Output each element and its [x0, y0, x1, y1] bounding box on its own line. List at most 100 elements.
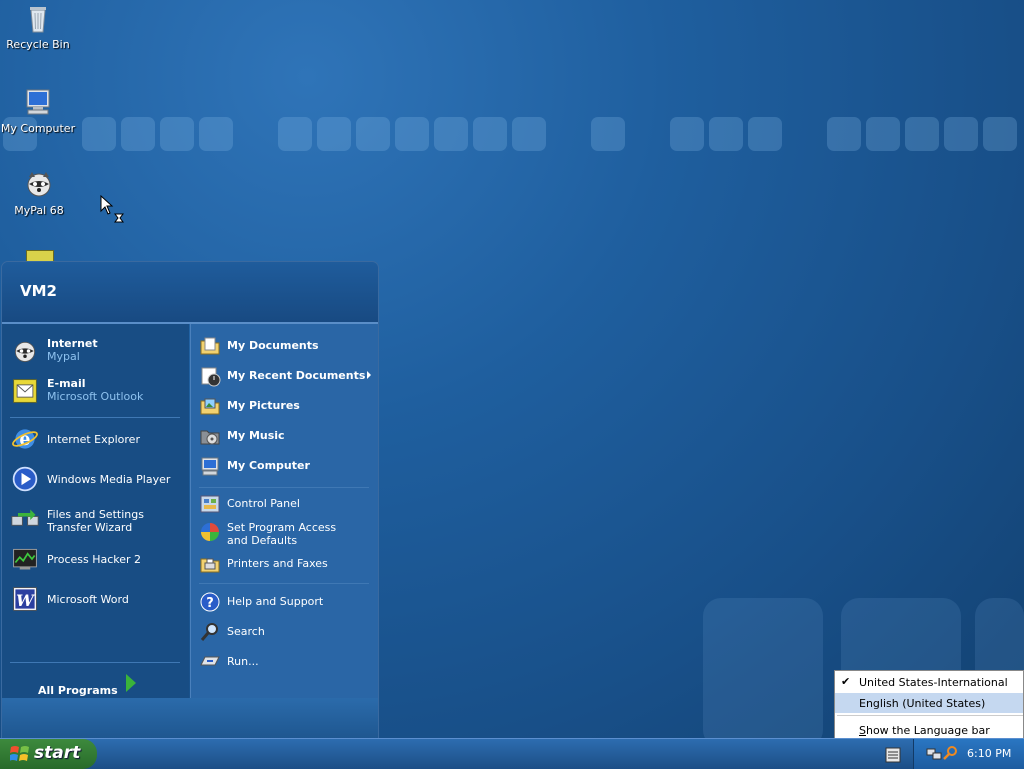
- mypal-raccoon-icon: [27, 172, 51, 197]
- start-item-title: E-mail: [47, 377, 86, 390]
- place-label: My Pictures: [227, 399, 300, 412]
- music-folder-icon: [200, 430, 220, 445]
- separator: [837, 715, 1023, 716]
- desktop-icon-label: My Computer: [0, 122, 76, 135]
- language-item-us-international[interactable]: ✔ United States-International: [835, 672, 1023, 692]
- start-item-media-player[interactable]: Windows Media Player: [11, 465, 181, 495]
- transfer-wizard-icon: [11, 509, 39, 526]
- start-menu: VM2 Internet Mypal E-mail Microsoft Outl…: [1, 261, 379, 739]
- start-menu-header: VM2: [2, 262, 378, 324]
- pictures-folder-icon: [200, 398, 220, 415]
- place-label: Control Panel: [227, 497, 300, 510]
- submenu-arrow-icon: [367, 371, 371, 379]
- mypal-raccoon-icon: [14, 341, 36, 362]
- language-label: English (United States): [859, 697, 986, 710]
- place-label: Printers and Faxes: [227, 557, 328, 570]
- computer-icon: [201, 457, 219, 476]
- recycle-bin-icon: [30, 7, 46, 33]
- desktop-icon-label: Recycle Bin: [6, 38, 70, 51]
- desktop-icon-my-computer[interactable]: My Computer: [0, 86, 76, 135]
- run-icon: [200, 656, 220, 666]
- language-item-english-us[interactable]: English (United States): [835, 693, 1023, 713]
- separator: [10, 417, 180, 418]
- desktop-icon-recycle-bin[interactable]: Recycle Bin: [0, 2, 76, 51]
- start-menu-footer: [2, 698, 378, 738]
- start-menu-programs-pane: Internet Mypal E-mail Microsoft Outlook: [2, 324, 189, 698]
- keyboard-icon: [885, 747, 901, 763]
- all-programs-arrow-icon: [126, 674, 136, 692]
- search-icon: [200, 623, 218, 641]
- start-place-control-panel[interactable]: Control Panel: [199, 493, 371, 517]
- windows-logo-icon: [10, 746, 29, 761]
- start-item-title: Microsoft Word: [47, 593, 129, 606]
- all-programs-label: All Programs: [38, 684, 118, 697]
- svg-text:W: W: [16, 591, 35, 610]
- start-item-subtitle: Mypal: [47, 350, 80, 363]
- outlook-icon: [13, 379, 37, 403]
- desktop-icon-label: MyPal 68: [14, 204, 64, 217]
- control-panel-icon: [200, 495, 220, 513]
- network-icon[interactable]: [926, 746, 942, 762]
- place-label: My Computer: [227, 459, 310, 472]
- computer-icon: [26, 89, 50, 115]
- recent-documents-icon: [201, 367, 221, 387]
- place-label: My Recent Documents: [227, 369, 366, 382]
- start-place-search[interactable]: Search: [199, 621, 371, 645]
- media-player-icon: [12, 466, 38, 492]
- printer-icon: [200, 558, 220, 573]
- taskbar: start: [0, 738, 1024, 769]
- word-icon: W: [13, 587, 37, 611]
- desktop-icon-mypal[interactable]: MyPal 68: [1, 168, 77, 217]
- start-item-title: Internet Explorer: [47, 433, 140, 446]
- start-button[interactable]: start: [0, 739, 97, 769]
- folder-icon: [200, 337, 220, 355]
- all-programs-button[interactable]: All Programs: [38, 684, 118, 697]
- place-label: Run...: [227, 655, 259, 668]
- desktop-wallpaper-shape: [703, 598, 823, 748]
- start-item-internet[interactable]: Internet Mypal: [11, 337, 181, 367]
- language-label: United States-International: [859, 676, 1008, 689]
- desktop-wallpaper-pattern: [0, 117, 1024, 155]
- help-icon: ?: [200, 592, 220, 612]
- start-menu-body: Internet Mypal E-mail Microsoft Outlook: [2, 324, 378, 698]
- separator: [199, 487, 369, 488]
- checkmark-icon: ✔: [841, 675, 851, 688]
- place-label: My Documents: [227, 339, 319, 352]
- start-place-my-documents[interactable]: My Documents: [199, 335, 371, 359]
- separator: [10, 662, 180, 663]
- start-label: start: [34, 743, 81, 763]
- start-item-transfer-wizard[interactable]: Files and Settings Transfer Wizard: [11, 506, 181, 536]
- start-menu-places-pane: My Documents My Recent Documents My Pict…: [190, 324, 378, 698]
- place-label: My Music: [227, 429, 285, 442]
- start-item-title: Files and Settings Transfer Wizard: [47, 508, 144, 534]
- program-defaults-icon: [201, 523, 219, 541]
- language-label: Show the Language bar: [859, 724, 990, 737]
- svg-text:?: ?: [206, 596, 214, 611]
- start-item-internet-explorer[interactable]: e Internet Explorer: [11, 425, 181, 455]
- separator: [199, 583, 369, 584]
- start-item-title: Windows Media Player: [47, 473, 171, 486]
- search-tray-icon[interactable]: [942, 745, 958, 761]
- start-place-help-support[interactable]: ? Help and Support: [199, 591, 371, 615]
- start-item-title: Internet: [47, 337, 98, 350]
- user-name: VM2: [20, 282, 57, 300]
- start-item-microsoft-word[interactable]: W Microsoft Word: [11, 585, 181, 615]
- start-place-run[interactable]: Run...: [199, 651, 371, 675]
- taskbar-clock[interactable]: 6:10 PM: [967, 747, 1011, 760]
- start-place-my-recent-documents[interactable]: My Recent Documents: [199, 365, 371, 389]
- start-item-email[interactable]: E-mail Microsoft Outlook: [11, 377, 181, 407]
- language-item-show-language-bar[interactable]: Show the Language bar: [835, 720, 1023, 740]
- start-item-subtitle: Microsoft Outlook: [47, 390, 144, 403]
- start-place-my-computer[interactable]: My Computer: [199, 455, 371, 479]
- start-item-process-hacker[interactable]: Process Hacker 2: [11, 545, 181, 575]
- place-label: Search: [227, 625, 265, 638]
- process-hacker-icon: [13, 548, 37, 570]
- start-place-printers-faxes[interactable]: Printers and Faxes: [199, 553, 371, 577]
- start-place-program-defaults[interactable]: Set Program Access and Defaults: [199, 521, 371, 549]
- place-label: Help and Support: [227, 595, 324, 608]
- start-place-my-music[interactable]: My Music: [199, 425, 371, 449]
- keyboard-language-button[interactable]: [884, 743, 902, 765]
- start-place-my-pictures[interactable]: My Pictures: [199, 395, 371, 419]
- mouse-cursor-busy-icon: [100, 195, 124, 223]
- internet-explorer-icon: e: [12, 429, 38, 450]
